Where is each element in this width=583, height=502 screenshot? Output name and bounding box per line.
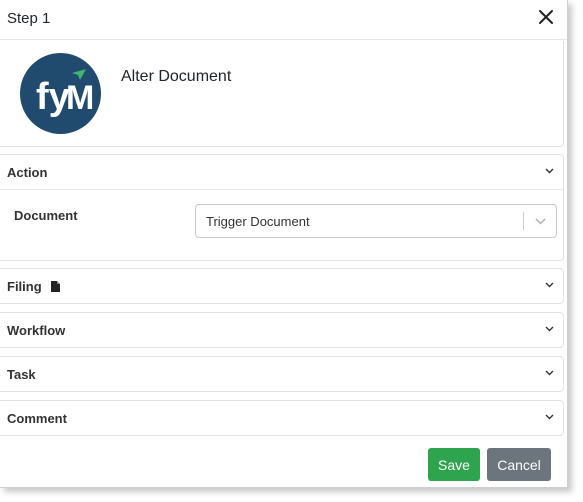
fymeline-logo: fy M [20,53,101,134]
step-heading: Alter Document [121,68,232,85]
task-panel: Task [0,356,564,392]
action-panel: Action Document Trigger Document [0,154,564,261]
workflow-panel-label: Workflow [7,323,66,338]
comment-panel: Comment [0,400,564,436]
chevron-down-icon [545,370,554,376]
chevron-down-icon [545,168,554,174]
task-panel-label: Task [7,367,36,382]
dialog-title: Step 1 [7,10,51,27]
chevron-down-icon [545,282,554,288]
save-button[interactable]: Save [428,448,480,481]
close-icon [539,10,553,24]
document-select[interactable]: Trigger Document [195,204,557,238]
dialog-header: Step 1 [0,0,567,40]
document-select-value: Trigger Document [206,214,310,229]
svg-text:M: M [66,79,94,117]
document-icon [51,281,61,292]
filing-panel-header[interactable]: Filing [0,269,563,304]
chevron-down-icon [545,414,554,420]
workflow-panel: Workflow [0,312,564,348]
comment-panel-label: Comment [7,411,67,426]
filing-panel-label: Filing [7,279,42,294]
comment-panel-header[interactable]: Comment [0,401,563,436]
chevron-down-icon [545,326,554,332]
workflow-panel-header[interactable]: Workflow [0,313,563,348]
logo-text: fy [36,76,70,118]
step-dialog: Step 1 fy M Alter Document Action Docume… [0,0,568,488]
close-button[interactable] [536,7,556,27]
step-intro: fy M Alter Document [0,41,564,147]
action-panel-header[interactable]: Action [0,155,563,190]
cancel-button[interactable]: Cancel [487,448,551,481]
action-panel-label: Action [7,165,48,180]
filing-panel: Filing [0,268,564,304]
select-separator [523,212,524,230]
document-field-label: Document [14,208,78,223]
chevron-down-icon [535,218,546,225]
task-panel-header[interactable]: Task [0,357,563,392]
